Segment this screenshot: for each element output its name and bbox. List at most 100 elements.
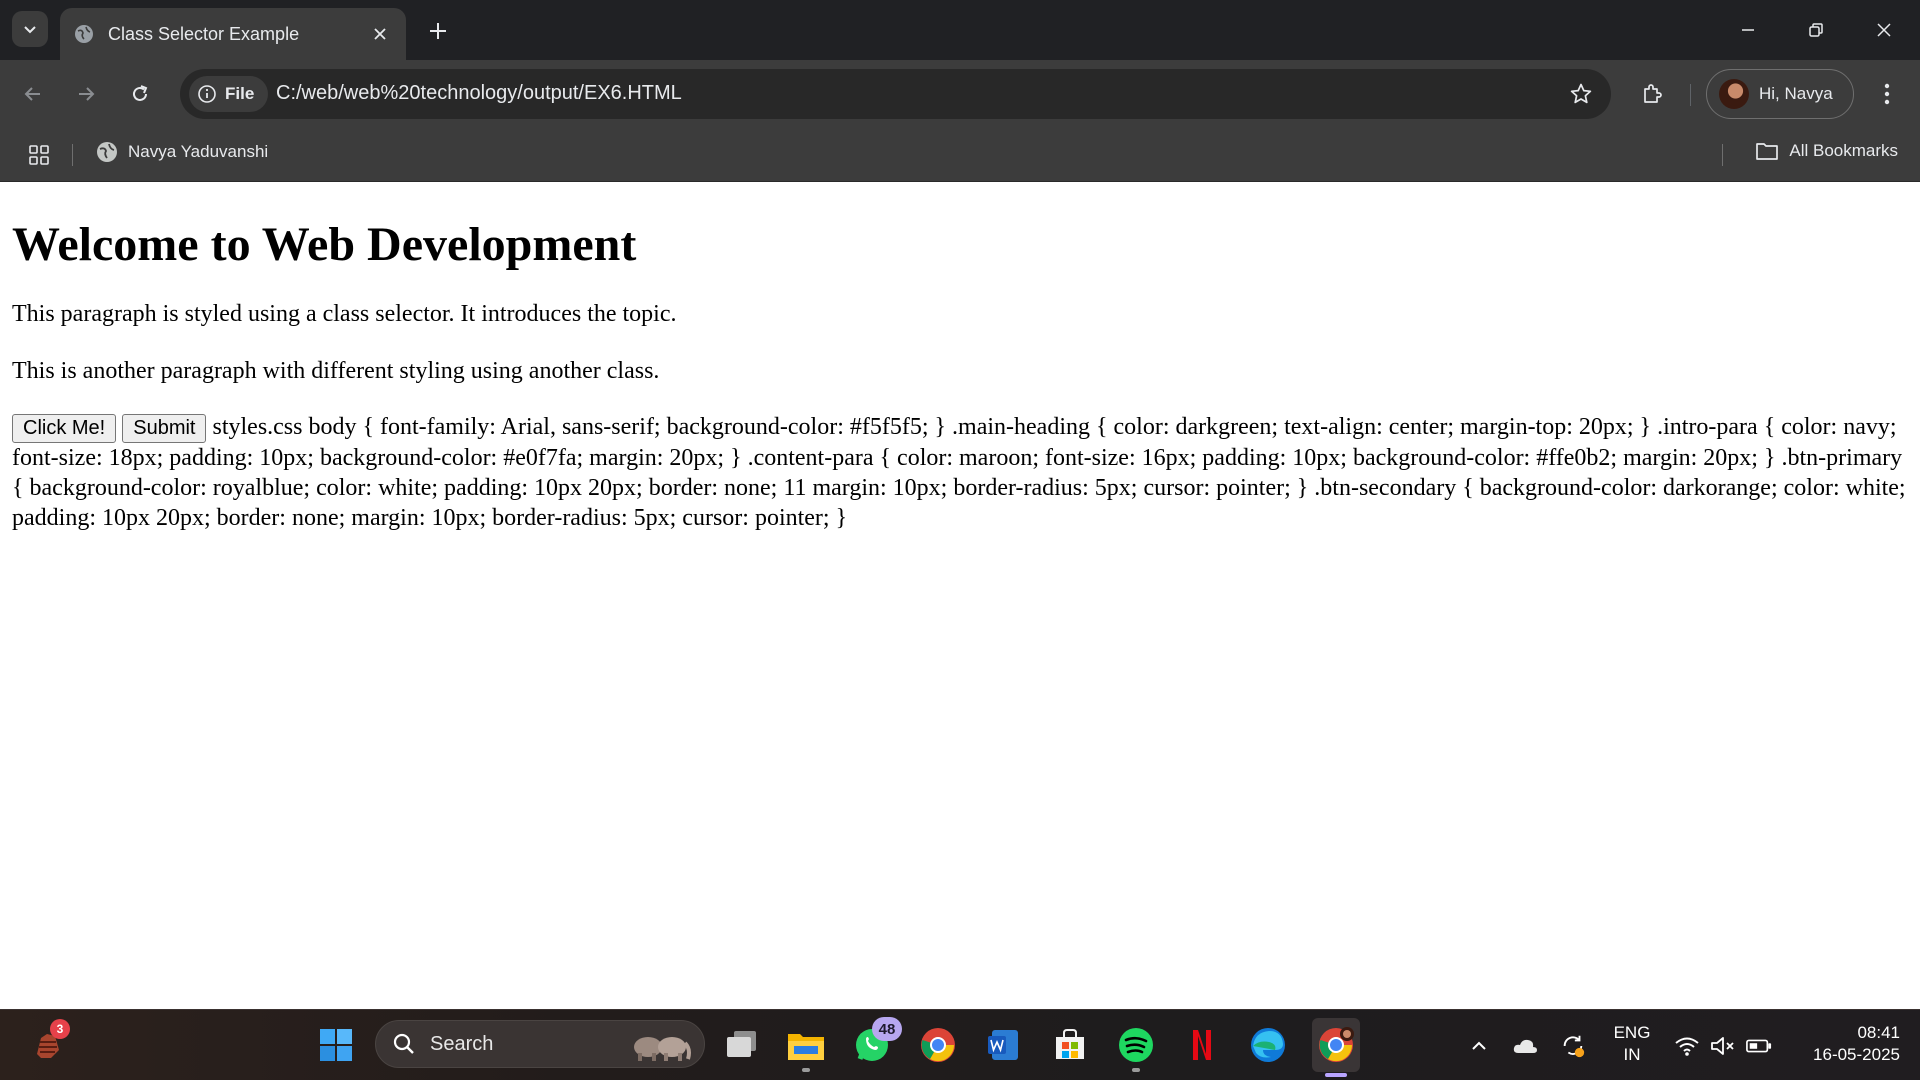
- close-window-button[interactable]: [1856, 6, 1912, 54]
- bookmark-label: Navya Yaduvanshi: [128, 142, 269, 161]
- sync-status-button[interactable]: [1560, 1033, 1586, 1059]
- buttons-and-css-text: Click Me! Submit styles.css body { font-…: [12, 412, 1908, 533]
- globe-icon: [97, 142, 117, 162]
- search-label: Search: [430, 1032, 494, 1055]
- back-arrow-icon: [24, 87, 40, 101]
- clock-date: 16-05-2025: [1813, 1045, 1900, 1064]
- wifi-icon: [1675, 1037, 1699, 1056]
- windows-start-icon: [320, 1029, 352, 1061]
- profile-label: Hi, Navya: [1759, 84, 1833, 103]
- bookmark-star-icon[interactable]: [1569, 82, 1593, 106]
- chrome-profile-icon: [1319, 1027, 1354, 1062]
- onedrive-button[interactable]: [1512, 1033, 1538, 1059]
- bookmarks-bar: Navya Yaduvanshi All Bookmarks: [0, 128, 1920, 182]
- clock[interactable]: 08:41 16-05-2025: [1790, 1022, 1900, 1066]
- active-indicator: [1325, 1073, 1347, 1077]
- search-icon: [393, 1033, 414, 1054]
- reload-button[interactable]: [120, 74, 160, 114]
- edge-icon: [1251, 1028, 1285, 1062]
- url-text[interactable]: C:/web/web%20technology/output/EX6.HTML: [276, 82, 682, 105]
- folder-icon: [1756, 143, 1779, 160]
- globe-icon: [72, 22, 96, 46]
- avatar: [1719, 79, 1749, 109]
- file-explorer-icon: [788, 1034, 824, 1060]
- edge-button[interactable]: [1246, 1023, 1290, 1067]
- intro-paragraph: This paragraph is styled using a class s…: [12, 301, 677, 328]
- all-bookmarks-label: All Bookmarks: [1789, 141, 1898, 160]
- widgets-button[interactable]: 3: [26, 1019, 70, 1067]
- notification-badge: 3: [50, 1019, 70, 1039]
- store-button[interactable]: [1048, 1023, 1092, 1067]
- site-info-label: File: [225, 84, 255, 103]
- css-source-text: styles.css body { font-family: Arial, sa…: [12, 413, 1906, 531]
- cloud-icon: [1513, 1039, 1537, 1053]
- main-heading: Welcome to Web Development: [12, 218, 637, 271]
- show-hidden-icons-button[interactable]: [1466, 1033, 1492, 1059]
- running-indicator: [802, 1068, 810, 1072]
- restore-button[interactable]: [1788, 6, 1844, 54]
- active-tab[interactable]: Class Selector Example: [60, 8, 406, 60]
- elephant-decoration-icon: [634, 1037, 691, 1061]
- submit-button[interactable]: Submit: [122, 413, 207, 443]
- close-tab-icon[interactable]: [368, 22, 392, 46]
- chrome-button[interactable]: [916, 1023, 960, 1067]
- chrome-profile-button[interactable]: [1312, 1018, 1360, 1077]
- forward-arrow-icon: [79, 87, 95, 101]
- restore-icon: [1809, 23, 1823, 37]
- netflix-icon: [1193, 1030, 1211, 1060]
- site-info-button[interactable]: File: [189, 76, 269, 112]
- volume-button[interactable]: [1710, 1033, 1736, 1059]
- extensions-button[interactable]: [1632, 74, 1672, 114]
- minimize-button[interactable]: [1720, 6, 1776, 54]
- bookmarks-divider: [72, 144, 73, 166]
- taskbar-search[interactable]: Search: [375, 1020, 705, 1068]
- file-explorer-button[interactable]: [784, 1023, 828, 1072]
- profile-button[interactable]: Hi, Navya: [1706, 69, 1854, 119]
- tab-search-button[interactable]: [12, 11, 48, 47]
- info-icon: [198, 85, 216, 103]
- kebab-menu-icon: [1884, 83, 1890, 105]
- chevron-up-icon: [1472, 1041, 1486, 1050]
- running-indicator: [1132, 1068, 1140, 1072]
- chrome-icon: [921, 1028, 955, 1062]
- sync-icon: [1563, 1035, 1585, 1058]
- minimize-icon: [1742, 29, 1754, 31]
- word-icon: [988, 1030, 1018, 1060]
- language-indicator[interactable]: ENG IN: [1604, 1022, 1660, 1066]
- back-button[interactable]: [13, 74, 53, 114]
- all-bookmarks-button[interactable]: All Bookmarks: [1755, 141, 1898, 161]
- task-view-button[interactable]: [720, 1023, 764, 1067]
- region-code: IN: [1623, 1045, 1641, 1064]
- bookmark-item[interactable]: Navya Yaduvanshi: [96, 141, 268, 163]
- task-view-icon: [727, 1031, 756, 1057]
- battery-icon: [1746, 1039, 1772, 1053]
- reload-icon: [133, 85, 148, 101]
- spotify-icon: [1119, 1028, 1153, 1062]
- browser-menu-button[interactable]: [1872, 74, 1902, 114]
- start-button[interactable]: [314, 1023, 358, 1067]
- tab-strip: Class Selector Example: [0, 0, 1920, 60]
- click-me-button[interactable]: Click Me!: [12, 413, 117, 443]
- plus-icon: [430, 23, 446, 39]
- browser-toolbar: File C:/web/web%20technology/output/EX6.…: [0, 60, 1920, 128]
- word-button[interactable]: [982, 1023, 1026, 1067]
- spotify-button[interactable]: [1114, 1023, 1158, 1072]
- volume-muted-icon: [1711, 1037, 1734, 1055]
- address-bar[interactable]: File C:/web/web%20technology/output/EX6.…: [180, 69, 1611, 119]
- close-icon: [1877, 23, 1891, 37]
- wifi-button[interactable]: [1674, 1033, 1700, 1059]
- language-code: ENG: [1613, 1023, 1651, 1042]
- page-content: Welcome to Web Development This paragrap…: [0, 183, 1920, 1009]
- puzzle-icon: [1644, 84, 1662, 103]
- chevron-down-icon: [24, 26, 36, 34]
- new-tab-button[interactable]: [420, 13, 456, 49]
- forward-button[interactable]: [66, 74, 106, 114]
- taskbar: 3 Search 48 ENG IN 08:41 16-05-2025: [0, 1009, 1920, 1080]
- apps-button[interactable]: [24, 140, 54, 170]
- tab-title: Class Selector Example: [108, 23, 300, 44]
- whatsapp-button[interactable]: 48: [850, 1017, 902, 1067]
- battery-button[interactable]: [1746, 1033, 1772, 1059]
- netflix-button[interactable]: [1180, 1023, 1224, 1067]
- apps-grid-icon: [29, 145, 49, 165]
- toolbar-divider: [1690, 84, 1691, 106]
